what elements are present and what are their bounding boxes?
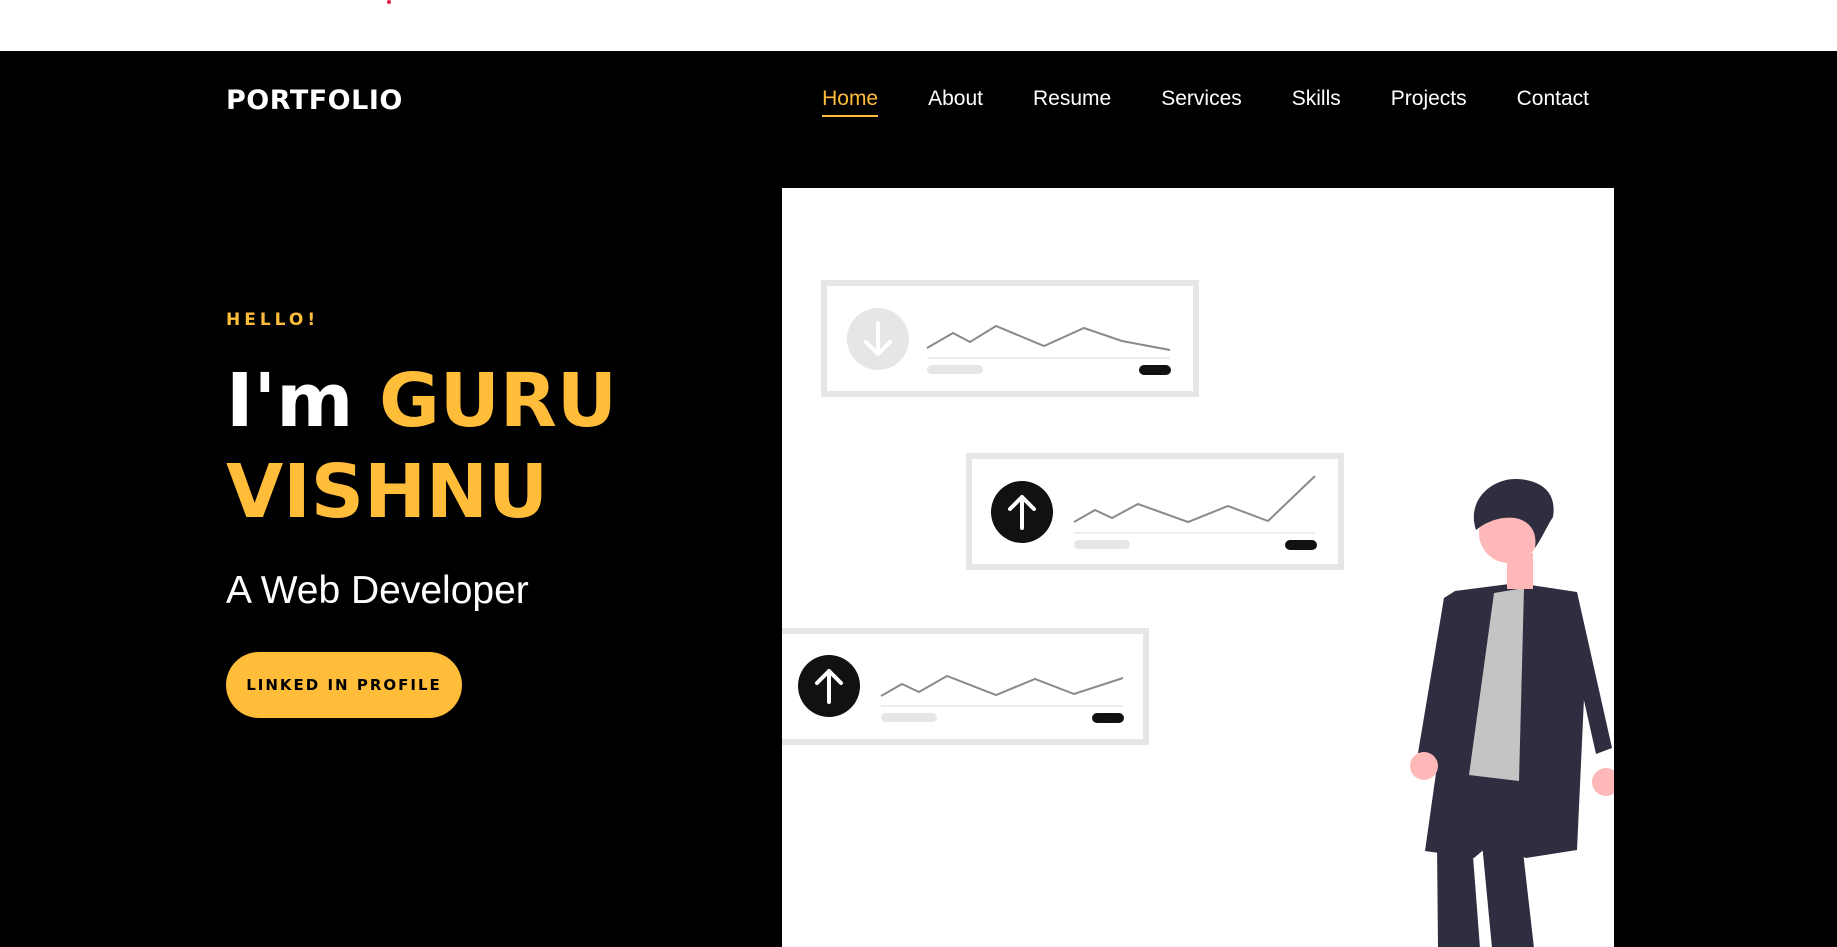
red-dot: [387, 0, 391, 4]
hero-section: PORTFOLIO Home About Resume Services Ski…: [0, 51, 1837, 947]
nav-about[interactable]: About: [928, 87, 983, 117]
nav-resume[interactable]: Resume: [1033, 87, 1111, 117]
main-nav: Home About Resume Services Skills Projec…: [822, 87, 1589, 117]
nav-skills[interactable]: Skills: [1292, 87, 1341, 117]
hero-intro: I'm: [226, 358, 354, 444]
nav-projects[interactable]: Projects: [1391, 87, 1467, 117]
nav-contact[interactable]: Contact: [1517, 87, 1589, 117]
hero-illustration: [782, 188, 1614, 947]
hero-headline: I'm GURU VISHNU: [226, 356, 686, 538]
arrow-up-icon: [798, 655, 860, 717]
hero-subtitle: A Web Developer: [226, 569, 529, 612]
arrow-up-icon: [991, 481, 1053, 543]
nav-home[interactable]: Home: [822, 87, 879, 117]
hero-greeting: HELLO!: [226, 310, 320, 330]
nav-services[interactable]: Services: [1161, 87, 1242, 117]
linkedin-profile-button[interactable]: LINKED IN PROFILE: [226, 652, 462, 718]
stat-card-3: [782, 628, 1149, 745]
hero-first-name: GURU: [379, 358, 617, 444]
stat-card-2: [966, 453, 1344, 570]
browser-top-strip: [0, 0, 1837, 51]
hero-last-name: VISHNU: [226, 449, 549, 535]
arrow-down-icon: [847, 308, 909, 370]
stat-card-1: [821, 280, 1199, 397]
brand-logo[interactable]: PORTFOLIO: [226, 85, 403, 116]
person-figure: [1410, 478, 1614, 947]
